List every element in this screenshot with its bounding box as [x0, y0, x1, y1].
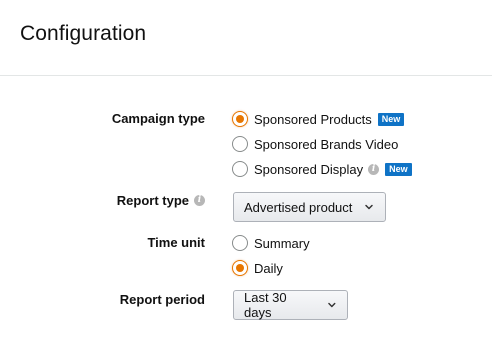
radio-summary[interactable]: Summary — [232, 233, 310, 253]
page-title: Configuration — [20, 22, 147, 45]
time-unit-label-text: Time unit — [147, 235, 205, 250]
radio-label: Sponsored Brands Video — [254, 136, 399, 152]
new-badge: New — [385, 162, 412, 176]
radio-button[interactable] — [232, 161, 248, 177]
campaign-type-label-text: Campaign type — [111, 111, 205, 126]
radio-sponsored-products[interactable]: Sponsored Products New — [232, 109, 405, 129]
radio-sponsored-brands-video[interactable]: Sponsored Brands Video — [232, 134, 398, 154]
report-type-label: Report type i — [117, 193, 205, 208]
new-badge: New — [377, 112, 405, 126]
chevron-down-icon — [328, 302, 336, 308]
panel-header: Configuration — [0, 0, 492, 76]
radio-button[interactable] — [232, 136, 248, 152]
report-type-dropdown[interactable]: Advertised product — [233, 192, 386, 222]
radio-label: Daily — [254, 260, 283, 276]
time-unit-label: Time unit — [147, 235, 205, 250]
info-icon[interactable]: i — [194, 195, 205, 206]
report-period-value: Last 30 days — [244, 290, 287, 320]
report-period-dropdown[interactable]: Last 30 days — [233, 290, 348, 320]
radio-daily[interactable]: Daily — [232, 258, 283, 278]
configuration-panel: Configuration Campaign type Sponsored Pr… — [0, 0, 492, 346]
radio-button[interactable] — [232, 111, 248, 127]
radio-label: Summary — [254, 235, 310, 251]
radio-button[interactable] — [232, 235, 248, 251]
radio-sponsored-display[interactable]: Sponsored Display i New — [232, 159, 412, 179]
radio-button[interactable] — [232, 260, 248, 276]
report-type-value: Advertised product — [244, 199, 353, 215]
campaign-type-label: Campaign type — [112, 111, 205, 126]
report-period-label-text: Report period — [119, 292, 205, 307]
chevron-down-icon — [365, 204, 374, 210]
report-type-label-text: Report type — [116, 193, 189, 208]
info-icon[interactable]: i — [368, 163, 380, 175]
radio-label: Sponsored Products — [254, 111, 372, 127]
report-period-label: Report period — [120, 292, 205, 307]
radio-label: Sponsored Display — [254, 161, 364, 177]
